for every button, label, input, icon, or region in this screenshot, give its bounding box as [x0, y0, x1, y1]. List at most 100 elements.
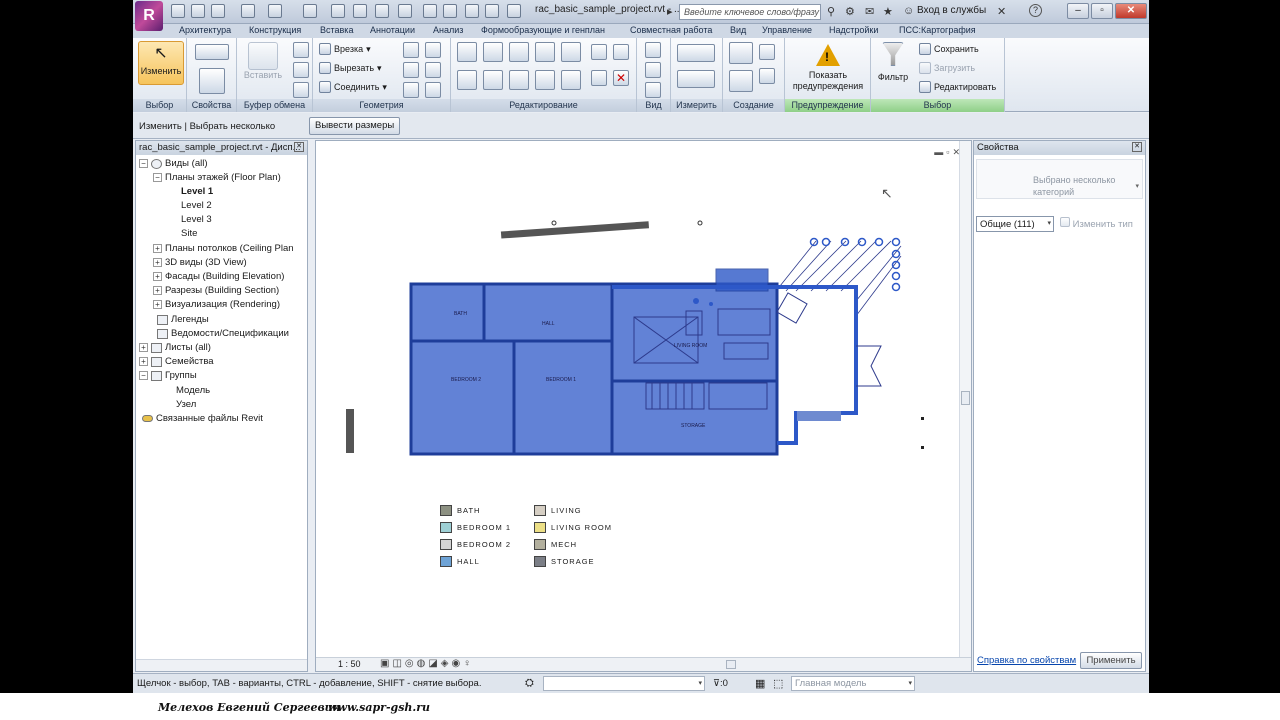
sign-in-menu[interactable]: Вход в службы: [917, 5, 986, 16]
tree-level-3[interactable]: Level 3: [181, 214, 212, 225]
aligned-dimension-icon[interactable]: [677, 70, 715, 88]
tab-analyze[interactable]: Анализ: [433, 25, 463, 35]
fixture[interactable]: [709, 302, 713, 306]
grip-point[interactable]: [697, 220, 703, 226]
worksets-icon[interactable]: ⛭: [525, 677, 534, 690]
tab-manage[interactable]: Управление: [762, 25, 812, 35]
tree-renderings[interactable]: + Визуализация (Rendering): [153, 299, 280, 310]
thin-lines-icon[interactable]: [443, 4, 457, 18]
create-group-icon[interactable]: [759, 68, 775, 84]
user-icon[interactable]: ☺: [903, 5, 914, 17]
tab-pss-cartography[interactable]: ПСС:Картография: [899, 25, 976, 35]
expand-icon[interactable]: +: [153, 244, 162, 253]
tree-sections[interactable]: + Разрезы (Building Section): [153, 285, 279, 296]
rotate-icon[interactable]: [509, 70, 529, 90]
tree-model-groups[interactable]: Модель: [176, 385, 210, 396]
measure-icon[interactable]: [303, 4, 317, 18]
demolish-icon[interactable]: [403, 82, 419, 98]
tree-views[interactable]: − Виды (all): [139, 158, 208, 169]
create-parts-icon[interactable]: [729, 70, 753, 92]
type-selector[interactable]: Выбрано несколько категорий ▾: [976, 159, 1143, 199]
counter[interactable]: [797, 411, 841, 421]
subscription-icon[interactable]: ⚙: [845, 5, 855, 18]
close-button[interactable]: ✕: [1115, 3, 1147, 19]
paint-icon[interactable]: [403, 62, 419, 78]
tab-architecture[interactable]: Архитектура: [179, 25, 231, 35]
communication-icon[interactable]: ✉: [865, 5, 874, 18]
binoculars-icon[interactable]: ⚲: [827, 5, 835, 18]
wall-joins-icon[interactable]: [403, 42, 419, 58]
tree-sheets[interactable]: + Листы (all): [139, 342, 211, 353]
remove-paint-icon[interactable]: [425, 62, 441, 78]
customize-qat-icon[interactable]: [507, 4, 521, 18]
browser-horizontal-scrollbar[interactable]: [136, 659, 307, 671]
split-icon[interactable]: [561, 42, 581, 62]
tab-structure[interactable]: Конструкция: [249, 25, 301, 35]
fixture[interactable]: [693, 298, 699, 304]
unpin-icon[interactable]: [591, 70, 607, 86]
expand-icon[interactable]: +: [139, 343, 148, 352]
redo-icon[interactable]: [268, 4, 282, 18]
tree-site[interactable]: Site: [181, 228, 197, 239]
paste-button[interactable]: Вставить: [243, 42, 283, 80]
close-hidden-icon[interactable]: [465, 4, 479, 18]
measure-distance-icon[interactable]: [677, 44, 715, 62]
unjoin-icon[interactable]: [425, 82, 441, 98]
deck-hatch[interactable]: [775, 240, 902, 317]
maximize-button[interactable]: ▫: [1091, 3, 1113, 19]
workset-combo[interactable]: ▾: [543, 676, 705, 691]
expand-search-icon[interactable]: ▸: [667, 5, 673, 18]
offset-icon[interactable]: [483, 42, 503, 62]
array-icon[interactable]: [561, 70, 581, 90]
3d-view-icon[interactable]: [398, 4, 412, 18]
switch-windows-icon[interactable]: [485, 4, 499, 18]
tree-groups[interactable]: − Группы: [139, 370, 197, 381]
match-type-icon[interactable]: [293, 82, 309, 98]
favorites-icon[interactable]: ★: [883, 5, 893, 18]
delete-icon[interactable]: ✕: [613, 70, 629, 86]
collapse-icon[interactable]: −: [153, 173, 162, 182]
tag-icon[interactable]: [353, 4, 367, 18]
design-options-icon[interactable]: ⬚: [773, 677, 783, 690]
move-icon[interactable]: [457, 70, 477, 90]
scroll-thumb[interactable]: [961, 391, 970, 405]
copy-element-icon[interactable]: [483, 70, 503, 90]
sync-icon[interactable]: [211, 4, 225, 18]
apply-button[interactable]: Применить: [1080, 652, 1142, 669]
close-panel-icon[interactable]: ✕: [1132, 142, 1142, 152]
drawing-area[interactable]: ▬▫✕ BATH HALL BEDROOM 2 BEDROOM 1 LIVING…: [315, 140, 972, 672]
linework-icon[interactable]: [645, 82, 661, 98]
floor-plan-drawing[interactable]: BATH HALL BEDROOM 2 BEDROOM 1 LIVING ROO…: [316, 141, 956, 661]
tree-families[interactable]: + Семейства: [139, 356, 214, 367]
selection-filter-count[interactable]: ⊽:0: [713, 678, 728, 689]
editing-requests-icon[interactable]: ▦: [755, 677, 765, 690]
tree-schedules[interactable]: Ведомости/Спецификации: [157, 328, 289, 339]
room-tag-bedroom-1[interactable]: BEDROOM 1: [546, 377, 576, 383]
room-tag-bath[interactable]: BATH: [454, 311, 467, 317]
horizontal-scroll-thumb[interactable]: [726, 660, 736, 669]
tab-addins[interactable]: Надстройки: [829, 25, 878, 35]
text-icon[interactable]: [375, 4, 389, 18]
show-warnings-button[interactable]: Показать предупреждения: [787, 44, 869, 92]
design-option-combo[interactable]: Главная модель ▾: [791, 676, 915, 691]
mirror-draw-icon[interactable]: [535, 42, 555, 62]
room-tag-bedroom-2[interactable]: BEDROOM 2: [451, 377, 481, 383]
properties-help-link[interactable]: Справка по свойствам: [977, 655, 1076, 666]
site-element[interactable]: [500, 221, 650, 239]
exchange-apps-icon[interactable]: ✕: [997, 5, 1006, 18]
minimize-button[interactable]: –: [1067, 3, 1089, 19]
pin-icon[interactable]: [613, 44, 629, 60]
collapse-icon[interactable]: −: [139, 371, 148, 380]
canvas-vertical-scrollbar[interactable]: [959, 141, 971, 659]
undo-icon[interactable]: [241, 4, 255, 18]
expand-icon[interactable]: +: [153, 286, 162, 295]
tree-revit-links[interactable]: Связанные файлы Revit: [142, 413, 263, 424]
cope-button[interactable]: Врезка ▾: [319, 43, 371, 55]
expand-icon[interactable]: +: [139, 357, 148, 366]
tree-detail-groups[interactable]: Узел: [176, 399, 196, 410]
trim-icon[interactable]: [535, 70, 555, 90]
align-icon[interactable]: [457, 42, 477, 62]
override-graphics-icon[interactable]: [645, 62, 661, 78]
tree-elevations[interactable]: + Фасады (Building Elevation): [153, 271, 284, 282]
split-face-icon[interactable]: [425, 42, 441, 58]
